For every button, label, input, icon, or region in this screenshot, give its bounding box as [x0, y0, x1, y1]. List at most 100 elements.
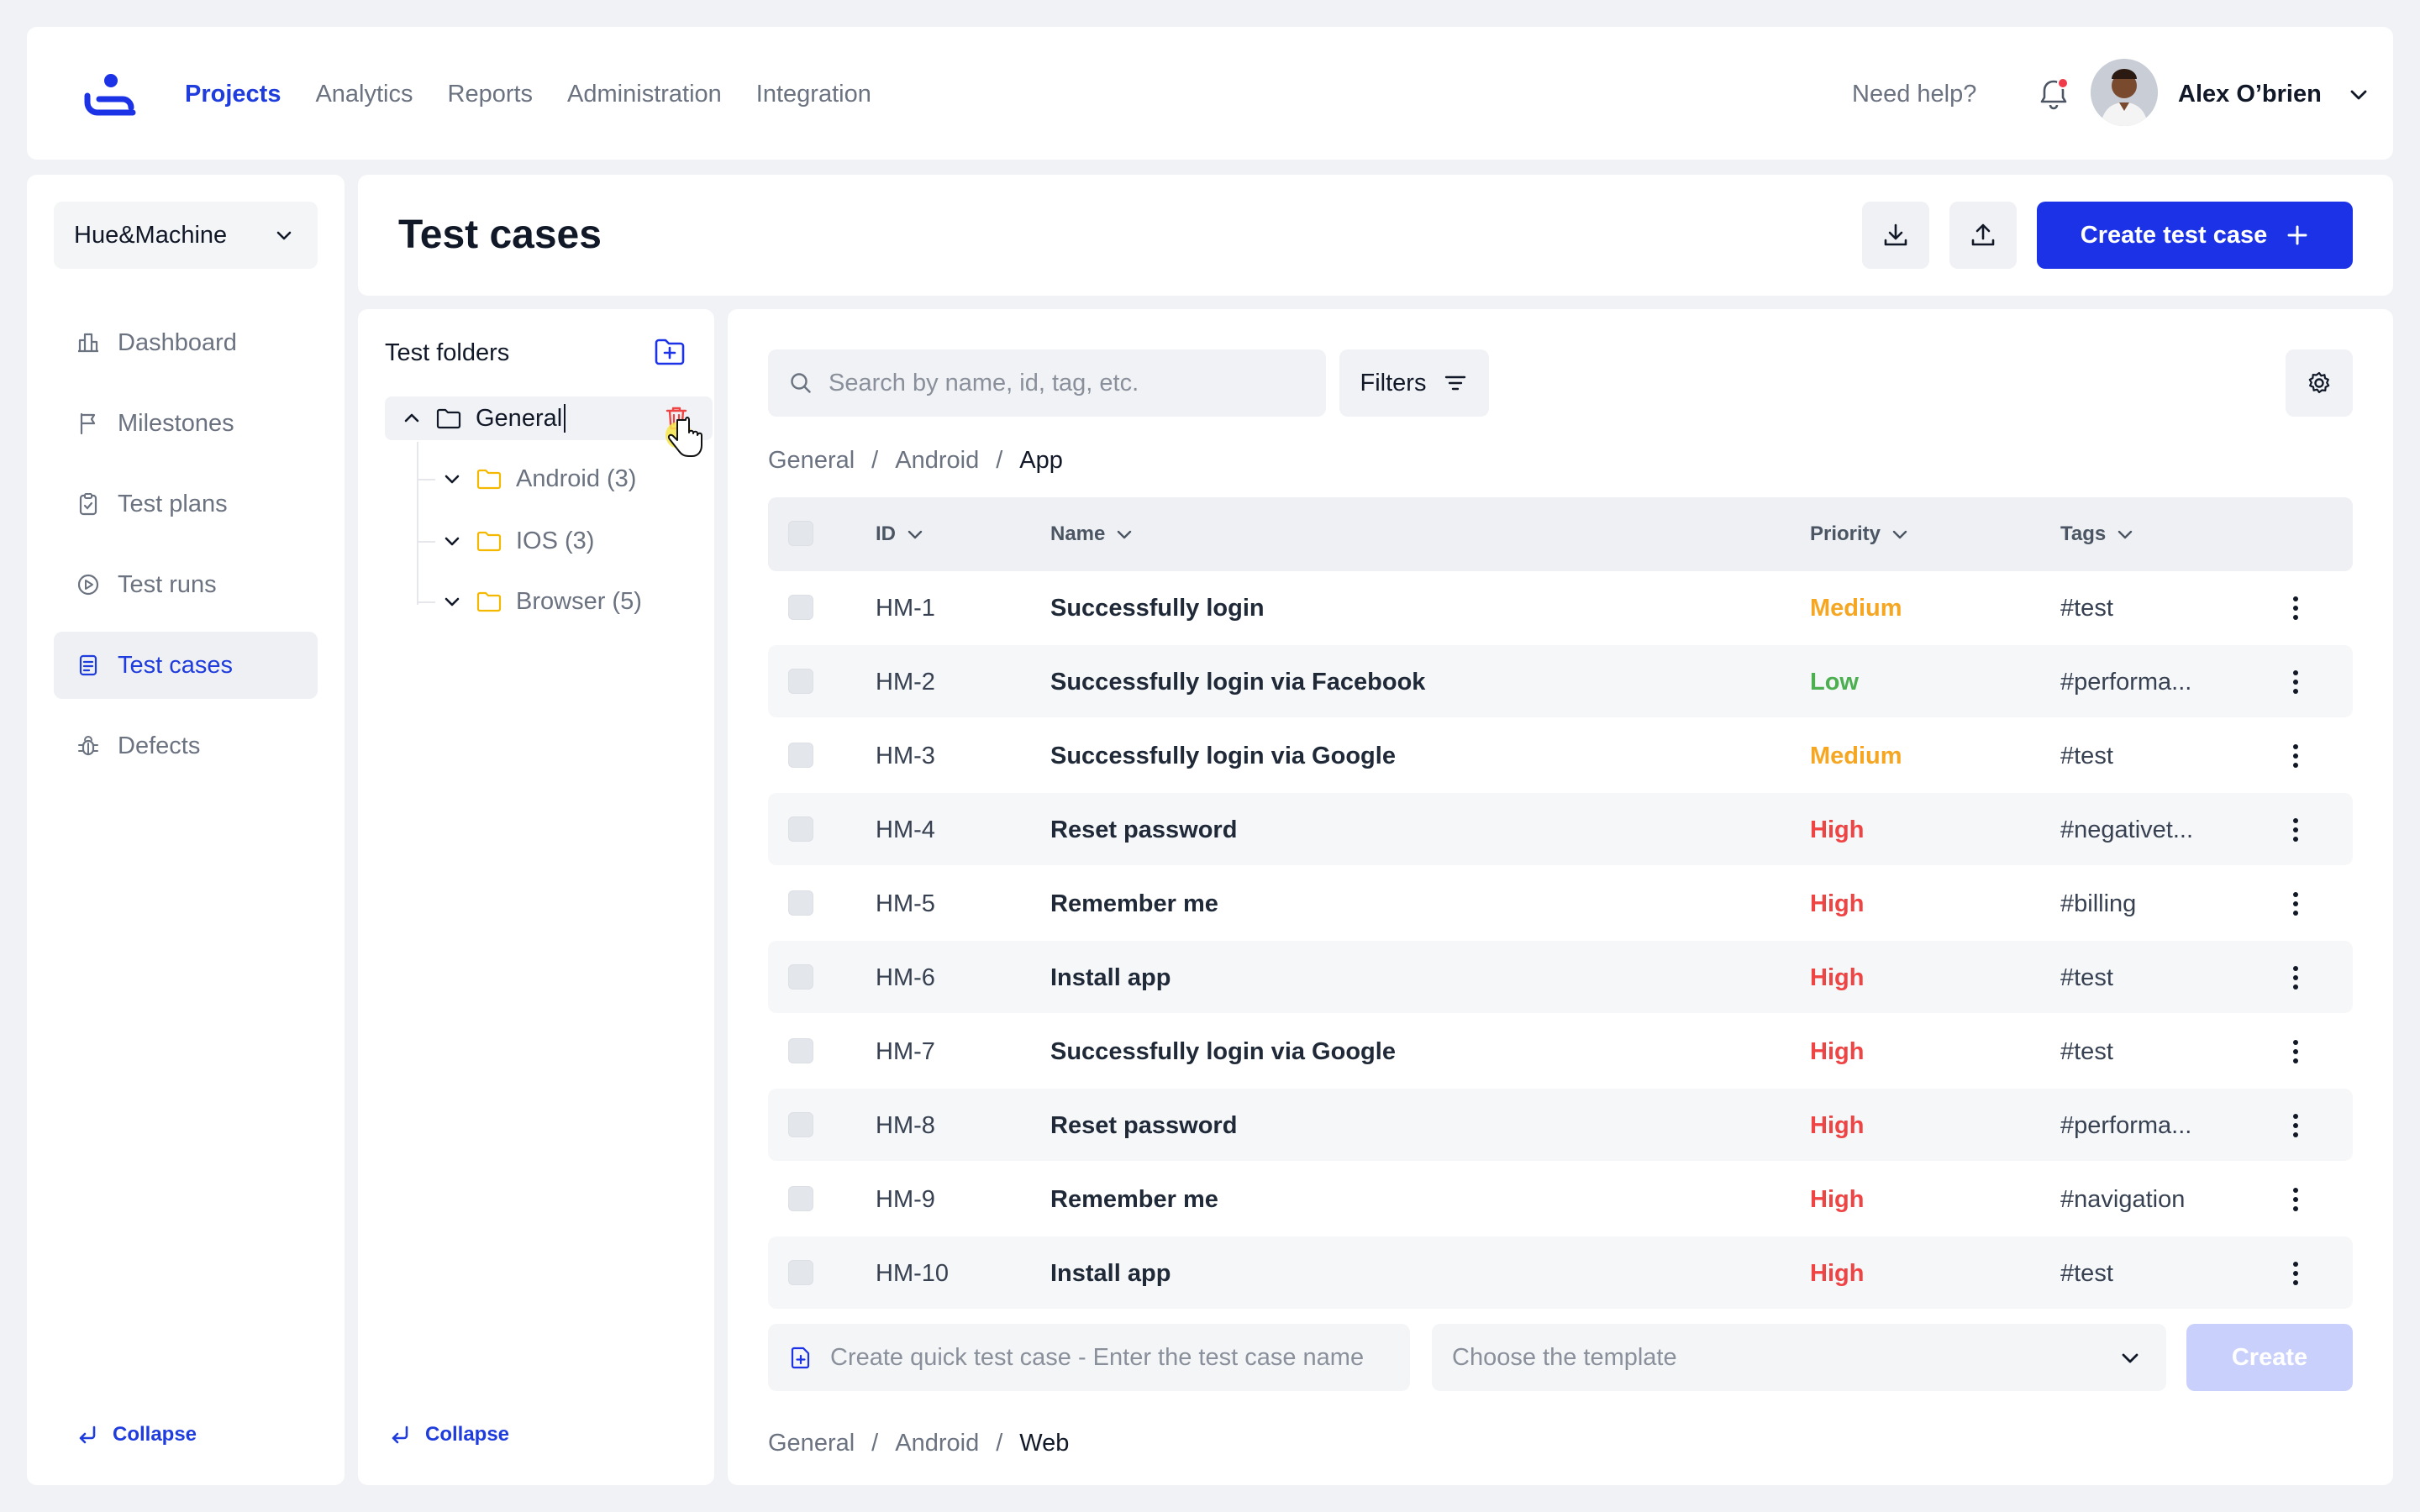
sidebar-item-label: Milestones	[118, 409, 234, 437]
more-vertical-icon[interactable]	[2284, 1257, 2307, 1290]
table-row[interactable]: HM-2 Successfully login via Facebook Low #p…	[768, 645, 2353, 717]
table-row[interactable]: HM-9 Remember me High #navigation	[768, 1163, 2353, 1235]
row-checkbox[interactable]	[788, 669, 813, 694]
sidebar-item-dashboard[interactable]: Dashboard	[54, 309, 318, 376]
filters-button[interactable]: Filters	[1339, 349, 1489, 417]
chevron-down-icon[interactable]	[442, 469, 462, 489]
nav-integration[interactable]: Integration	[756, 76, 871, 113]
row-name[interactable]: Successfully login via Facebook	[1050, 665, 1425, 699]
project-selector[interactable]: Hue&Machine	[54, 202, 318, 269]
more-vertical-icon[interactable]	[2284, 1035, 2307, 1068]
notifications-button[interactable]	[2033, 74, 2074, 114]
table-row[interactable]: HM-5 Remember me High #billing	[768, 867, 2353, 939]
sidebar-item-defects[interactable]: Defects	[54, 712, 318, 780]
table-row[interactable]: HM-10 Install app High #test	[768, 1236, 2353, 1309]
row-checkbox[interactable]	[788, 890, 813, 916]
more-vertical-icon[interactable]	[2284, 665, 2307, 699]
select-all-checkbox[interactable]	[788, 521, 813, 546]
sidebar-item-test-runs[interactable]: Test runs	[54, 551, 318, 618]
row-name[interactable]: Install app	[1050, 1257, 1171, 1290]
settings-button[interactable]	[2286, 349, 2353, 417]
user-name[interactable]: Alex O’brien	[2178, 76, 2322, 113]
download-button[interactable]	[1862, 202, 1929, 269]
more-vertical-icon[interactable]	[2284, 813, 2307, 847]
download-icon	[1884, 223, 1907, 246]
row-name[interactable]: Remember me	[1050, 887, 1218, 921]
breadcrumb-item[interactable]: Android	[895, 444, 979, 477]
tree-item-ios[interactable]: IOS (3)	[442, 521, 594, 561]
quick-create-box[interactable]	[768, 1324, 1410, 1391]
template-select[interactable]: Choose the template	[1432, 1324, 2166, 1391]
row-checkbox[interactable]	[788, 1260, 813, 1285]
row-name[interactable]: Successfully login	[1050, 591, 1265, 625]
row-checkbox[interactable]	[788, 1112, 813, 1137]
breadcrumb-current: App	[1019, 447, 1063, 474]
more-vertical-icon[interactable]	[2284, 739, 2307, 773]
table-row[interactable]: HM-6 Install app High #test	[768, 941, 2353, 1013]
breadcrumb-current: Web	[1019, 1430, 1070, 1457]
sidebar-item-test-cases[interactable]: Test cases	[54, 632, 318, 699]
row-checkbox[interactable]	[788, 1186, 813, 1211]
chevron-down-icon[interactable]	[442, 531, 462, 551]
table-row[interactable]: HM-4 Reset password High #negativet...	[768, 793, 2353, 865]
tree-item-browser[interactable]: Browser (5)	[442, 581, 642, 622]
row-name[interactable]: Install app	[1050, 961, 1171, 995]
breadcrumb-item[interactable]: General	[768, 1426, 855, 1460]
create-test-case-button[interactable]: Create test case	[2037, 202, 2353, 269]
sidebar-item-milestones[interactable]: Milestones	[54, 390, 318, 457]
search-box[interactable]	[768, 349, 1326, 417]
quick-test-case-input[interactable]	[830, 1343, 1402, 1372]
more-vertical-icon[interactable]	[2284, 1183, 2307, 1216]
more-vertical-icon[interactable]	[2284, 591, 2307, 625]
chevron-down-icon	[908, 530, 923, 539]
more-vertical-icon[interactable]	[2284, 1109, 2307, 1142]
row-checkbox[interactable]	[788, 816, 813, 842]
add-folder-icon[interactable]	[652, 334, 687, 370]
chevron-down-icon[interactable]	[442, 591, 462, 612]
column-tags[interactable]: Tags	[2060, 521, 2134, 548]
row-name[interactable]: Reset password	[1050, 1109, 1237, 1142]
breadcrumb-item[interactable]: General	[768, 444, 855, 477]
table-row[interactable]: HM-1 Successfully login Medium #test	[768, 571, 2353, 643]
chevron-up-icon[interactable]	[402, 408, 422, 428]
sidebar-collapse-button[interactable]: Collapse	[76, 1423, 197, 1446]
nav-projects[interactable]: Projects	[185, 76, 281, 113]
create-test-case-label: Create test case	[2080, 221, 2268, 249]
row-name[interactable]: Successfully login via Google	[1050, 739, 1396, 773]
avatar[interactable]	[2091, 59, 2158, 126]
row-priority: High	[1810, 964, 1865, 991]
create-button[interactable]: Create	[2186, 1324, 2353, 1391]
folder-icon	[476, 591, 502, 612]
breadcrumb-item[interactable]: Android	[895, 1426, 979, 1460]
table-row[interactable]: HM-8 Reset password High #performa...	[768, 1089, 2353, 1161]
row-name[interactable]: Reset password	[1050, 813, 1237, 847]
tree-item-android[interactable]: Android (3)	[442, 459, 636, 499]
column-id[interactable]: ID	[876, 521, 924, 548]
more-vertical-icon[interactable]	[2284, 887, 2307, 921]
tree-branch-line	[417, 541, 435, 543]
row-checkbox[interactable]	[788, 1038, 813, 1063]
search-input[interactable]	[829, 369, 1299, 397]
column-priority[interactable]: Priority	[1810, 521, 1909, 548]
row-checkbox[interactable]	[788, 964, 813, 990]
column-name[interactable]: Name	[1050, 521, 1134, 548]
nav-reports[interactable]: Reports	[448, 76, 534, 113]
nav-administration[interactable]: Administration	[567, 76, 722, 113]
upload-button[interactable]	[1949, 202, 2017, 269]
more-vertical-icon[interactable]	[2284, 961, 2307, 995]
row-checkbox[interactable]	[788, 743, 813, 768]
row-name[interactable]: Remember me	[1050, 1183, 1218, 1216]
sidebar-item-test-plans[interactable]: Test plans	[54, 470, 318, 538]
table-row[interactable]: HM-3 Successfully login via Google Medium #…	[768, 719, 2353, 791]
folder-name-input[interactable]: General	[476, 404, 566, 433]
nav-analytics[interactable]: Analytics	[315, 76, 413, 113]
need-help-link[interactable]: Need help?	[1852, 76, 1976, 113]
folders-collapse-button[interactable]: Collapse	[388, 1423, 509, 1446]
row-checkbox[interactable]	[788, 595, 813, 620]
chevron-down-icon[interactable]	[2348, 84, 2370, 106]
app-logo-icon[interactable]	[79, 71, 143, 118]
row-name[interactable]: Successfully login via Google	[1050, 1035, 1396, 1068]
tree-item-general[interactable]: General	[402, 398, 566, 438]
table-row[interactable]: HM-7 Successfully login via Google High #te…	[768, 1015, 2353, 1087]
folder-name: Android (3)	[516, 465, 637, 492]
